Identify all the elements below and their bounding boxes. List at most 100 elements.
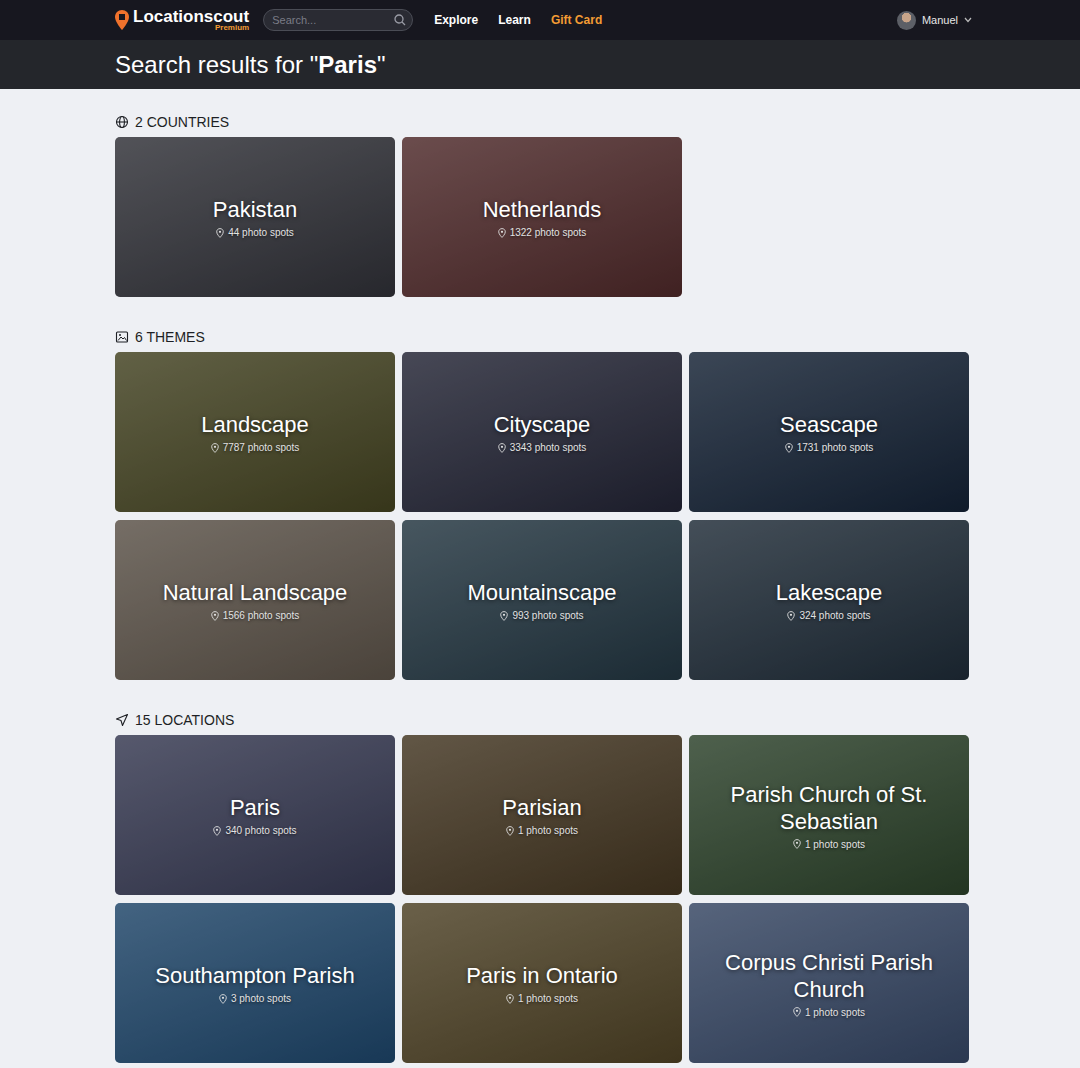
card-title[interactable]: Seascape [780,411,878,438]
main-nav: Explore Learn Gift Card [434,13,602,27]
title-prefix: Search results for " [115,51,318,78]
card-grid: Pakistan 44 photo spots Netherlands 1322 ph… [115,137,1080,297]
result-card[interactable]: Landscape 7787 photo spots [115,352,395,512]
results-title: Search results for "Paris" [115,50,386,80]
card-body: Lakescape 324 photo spots [689,520,969,680]
section-title: 2 COUNTRIES [135,114,229,130]
image-icon [115,330,129,344]
navigation-arrow-icon [115,713,129,727]
card-count: 1731 photo spots [785,442,874,453]
card-count: 993 photo spots [500,610,583,621]
title-suffix: " [377,51,386,78]
card-count: 1 photo spots [506,993,578,1004]
card-count: 3 photo spots [219,993,291,1004]
result-card[interactable]: Lakescape 324 photo spots [689,520,969,680]
pin-icon [498,443,506,453]
result-card[interactable]: Corpus Christi Parish Church 1 photo spot… [689,903,969,1063]
globe-icon [115,115,129,129]
card-title[interactable]: Lakescape [776,579,882,606]
spot-count: 1 photo spots [805,1007,865,1018]
card-count: 340 photo spots [213,825,296,836]
card-title[interactable]: Paris in Ontario [466,962,618,989]
magnifier-icon [394,14,406,26]
search-input[interactable] [272,14,394,26]
spot-count: 3343 photo spots [510,442,587,453]
card-count: 1 photo spots [506,825,578,836]
pin-icon [211,443,219,453]
result-card[interactable]: Paris in Ontario 1 photo spots [402,903,682,1063]
logo-text: LocationscoutPremium [133,8,249,32]
card-count: 7787 photo spots [211,442,300,453]
user-menu[interactable]: Manuel [897,11,972,30]
card-body: Southampton Parish 3 photo spots [115,903,395,1063]
pin-icon [211,611,219,621]
search-field[interactable] [263,9,413,31]
result-card[interactable]: Paris 340 photo spots [115,735,395,895]
pin-icon [500,611,508,621]
location-pin-icon [115,10,129,30]
section-title: 6 THEMES [135,329,205,345]
results-header: Search results for "Paris" [0,40,1080,89]
card-body: Netherlands 1322 photo spots [402,137,682,297]
card-title[interactable]: Corpus Christi Parish Church [703,949,955,1003]
nav-link[interactable]: Gift Card [551,13,602,27]
pin-icon [498,228,506,238]
pin-icon [216,228,224,238]
result-card[interactable]: Netherlands 1322 photo spots [402,137,682,297]
spot-count: 324 photo spots [799,610,870,621]
nav-link[interactable]: Explore [434,13,478,27]
card-title[interactable]: Natural Landscape [163,579,348,606]
pin-icon [506,994,514,1004]
nav-link[interactable]: Learn [498,13,531,27]
pin-icon [785,443,793,453]
result-card[interactable]: Cityscape 3343 photo spots [402,352,682,512]
card-body: Parisian 1 photo spots [402,735,682,895]
card-count: 1 photo spots [793,839,865,850]
result-card[interactable]: Parisian 1 photo spots [402,735,682,895]
pin-icon [213,826,221,836]
card-title[interactable]: Parisian [502,794,581,821]
card-title[interactable]: Mountainscape [467,579,616,606]
results: 2 COUNTRIES Pakistan 44 photo spots Netherl… [0,89,1080,1063]
section-title: 15 LOCATIONS [135,712,234,728]
card-count: 1322 photo spots [498,227,587,238]
result-card[interactable]: Southampton Parish 3 photo spots [115,903,395,1063]
pin-icon [219,994,227,1004]
result-card[interactable]: Natural Landscape 1566 photo spots [115,520,395,680]
spot-count: 1 photo spots [805,839,865,850]
avatar[interactable] [897,11,916,30]
card-title[interactable]: Netherlands [483,196,602,223]
card-body: Paris in Ontario 1 photo spots [402,903,682,1063]
result-card[interactable]: Mountainscape 993 photo spots [402,520,682,680]
card-title[interactable]: Cityscape [494,411,591,438]
card-title[interactable]: Pakistan [213,196,297,223]
pin-icon [793,1007,801,1017]
card-title[interactable]: Southampton Parish [155,962,354,989]
card-title[interactable]: Parish Church of St. Sebastian [703,781,955,835]
result-card[interactable]: Pakistan 44 photo spots [115,137,395,297]
section-header: 6 THEMES [115,328,1080,346]
card-count: 1566 photo spots [211,610,300,621]
card-grid: Landscape 7787 photo spots Cityscape 3343 p… [115,352,1080,680]
user-name[interactable]: Manuel [922,14,958,26]
spot-count: 3 photo spots [231,993,291,1004]
card-grid: Paris 340 photo spots Parisian 1 photo spot… [115,735,1080,1063]
result-card[interactable]: Parish Church of St. Sebastian 1 photo sp… [689,735,969,895]
spot-count: 1731 photo spots [797,442,874,453]
card-count: 44 photo spots [216,227,294,238]
card-body: Corpus Christi Parish Church 1 photo spot… [689,903,969,1063]
pin-icon [793,839,801,849]
section-header: 15 LOCATIONS [115,711,1080,729]
logo-name: Locationscout [133,8,249,25]
card-title[interactable]: Paris [230,794,280,821]
logo[interactable]: LocationscoutPremium [115,8,249,32]
spot-count: 993 photo spots [512,610,583,621]
top-bar: LocationscoutPremium Explore Learn Gift Car… [0,0,1080,40]
card-body: Natural Landscape 1566 photo spots [115,520,395,680]
card-title[interactable]: Landscape [201,411,309,438]
card-body: Cityscape 3343 photo spots [402,352,682,512]
pin-icon [506,826,514,836]
result-section: 2 COUNTRIES Pakistan 44 photo spots Netherl… [115,113,1080,297]
card-body: Pakistan 44 photo spots [115,137,395,297]
result-card[interactable]: Seascape 1731 photo spots [689,352,969,512]
